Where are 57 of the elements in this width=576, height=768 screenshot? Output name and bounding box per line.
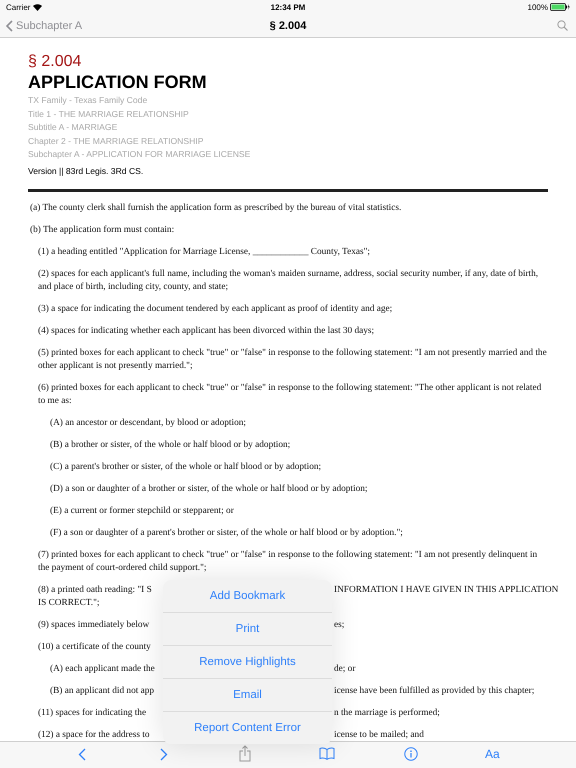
section-number: § 2.004 [28, 53, 82, 70]
forward-icon[interactable] [160, 748, 168, 761]
version-label: Version || 83rd Legis. 3Rd CS. [28, 166, 144, 176]
paragraph-text: (12) a space for the address to [38, 730, 150, 740]
search-icon[interactable] [557, 20, 568, 31]
menu-item[interactable]: Remove Highlights [163, 645, 332, 678]
paragraph-text: (A) each applicant made the [50, 664, 155, 674]
paragraph-text: (b) The application form must contain: [29, 224, 176, 237]
paragraph-text: icense have been fulfilled as provided by this chapter; [334, 684, 534, 698]
paragraph-text: (8) a printed oath reading: "I S [38, 584, 152, 595]
battery-percentage: 100% [528, 2, 548, 12]
back-button[interactable]: Subchapter A [6, 20, 82, 32]
info-icon[interactable] [404, 747, 418, 761]
battery-icon [550, 3, 570, 11]
paragraph-text: (A) an ancestor or descendant, by blood or adoption; [49, 416, 247, 430]
menu-item[interactable]: Email [163, 678, 332, 711]
breadcrumb-link[interactable]: Subtitle A - MARRIAGE [28, 121, 118, 135]
menu-item[interactable]: Add Bookmark [163, 580, 332, 612]
paragraph-text: (1) a heading entitled "Application for Marriage License, ____________ County, Texas"; [37, 246, 371, 259]
paragraph-text: IS CORRECT."; [38, 598, 100, 608]
clock-time: 12:34 PM [270, 2, 306, 12]
paragraph-text: es; [334, 618, 344, 632]
book-icon[interactable] [319, 747, 335, 760]
wifi-icon [33, 4, 42, 10]
paragraph-text: (B) an applicant did not app [50, 686, 154, 696]
paragraph-text: n the marriage is performed; [334, 706, 440, 720]
paragraph-text: (6) printed boxes for each applicant to check "true" or "false" in response to the following statement: "The other applicant is not related to me as: [37, 382, 542, 408]
breadcrumb-link[interactable]: Subchapter A - APPLICATION FOR MARRIAGE LICENSE [28, 148, 250, 162]
paragraph-text: (C) a parent's brother or sister, of the whole or half blood or by adoption; [49, 460, 322, 474]
paragraph-text: (2) spaces for each applicant's full name, including the woman's maiden surname, address, social security number, if any, date of birth, and place of birth, including city, county, and state; [37, 268, 540, 294]
paragraph-text: (D) a son or daughter of a brother or sister, of the whole or half blood or by adoption; [49, 482, 368, 496]
menu-item[interactable]: Print [163, 612, 332, 645]
paragraph-text: (E) a current or former stepchild or stepparent; or [49, 504, 235, 518]
carrier-label: Carrier [6, 2, 30, 12]
font-size-button[interactable]: Aa [485, 747, 500, 761]
breadcrumb-link[interactable]: Chapter 2 - THE MARRIAGE RELATIONSHIP [28, 134, 204, 148]
paragraph-text: (9) spaces immediately below [38, 620, 150, 630]
share-icon[interactable] [239, 745, 251, 762]
menu-item[interactable]: Report Content Error [163, 711, 332, 744]
paragraph-text: INFORMATION I HAVE GIVEN IN THIS APPLICATION [334, 584, 558, 597]
paragraph-text: (F) a son or daughter of a parent's brother or sister, of the whole or half blood or by adoption."; [49, 526, 404, 540]
paragraph-text: de; or [334, 662, 356, 676]
paragraph-text: (a) The county clerk shall furnish the application form as prescribed by the bureau of vital statistics. [29, 202, 402, 215]
section-heading: APPLICATION FORM [28, 72, 207, 92]
paragraph-text: (11) spaces for indicating the [38, 708, 146, 718]
paragraph-text: (5) printed boxes for each applicant to check "true" or "false" in response to the following statement: "I am not presently married and the other applicant is not presently married."; [37, 346, 548, 373]
breadcrumb-link[interactable]: TX Family - Texas Family Code [28, 94, 148, 108]
breadcrumb-link[interactable]: Title 1 - THE MARRIAGE RELATIONSHIP [28, 108, 189, 122]
back-icon[interactable] [78, 748, 86, 761]
paragraph-text: (4) spaces for indicating whether each applicant has been divorced within the last 30 days; [37, 324, 376, 338]
paragraph-text: (B) a brother or sister, of the whole or half blood or by adoption; [49, 438, 292, 452]
nav-title: § 2.004 [270, 20, 306, 32]
back-chevron-icon [6, 20, 13, 32]
paragraph-text: (7) printed boxes for each applicant to check "true" or "false" in response to the following statement: "I am not presently delinquent in the payment of court-ordered child support."; [37, 548, 538, 575]
paragraph-text: (3) a space for indicating the document tendered by each applicant as proof of identity and age; [37, 302, 394, 316]
paragraph-text: icense to be mailed; and [334, 728, 424, 742]
paragraph-text: (10) a certificate of the county [38, 642, 151, 652]
